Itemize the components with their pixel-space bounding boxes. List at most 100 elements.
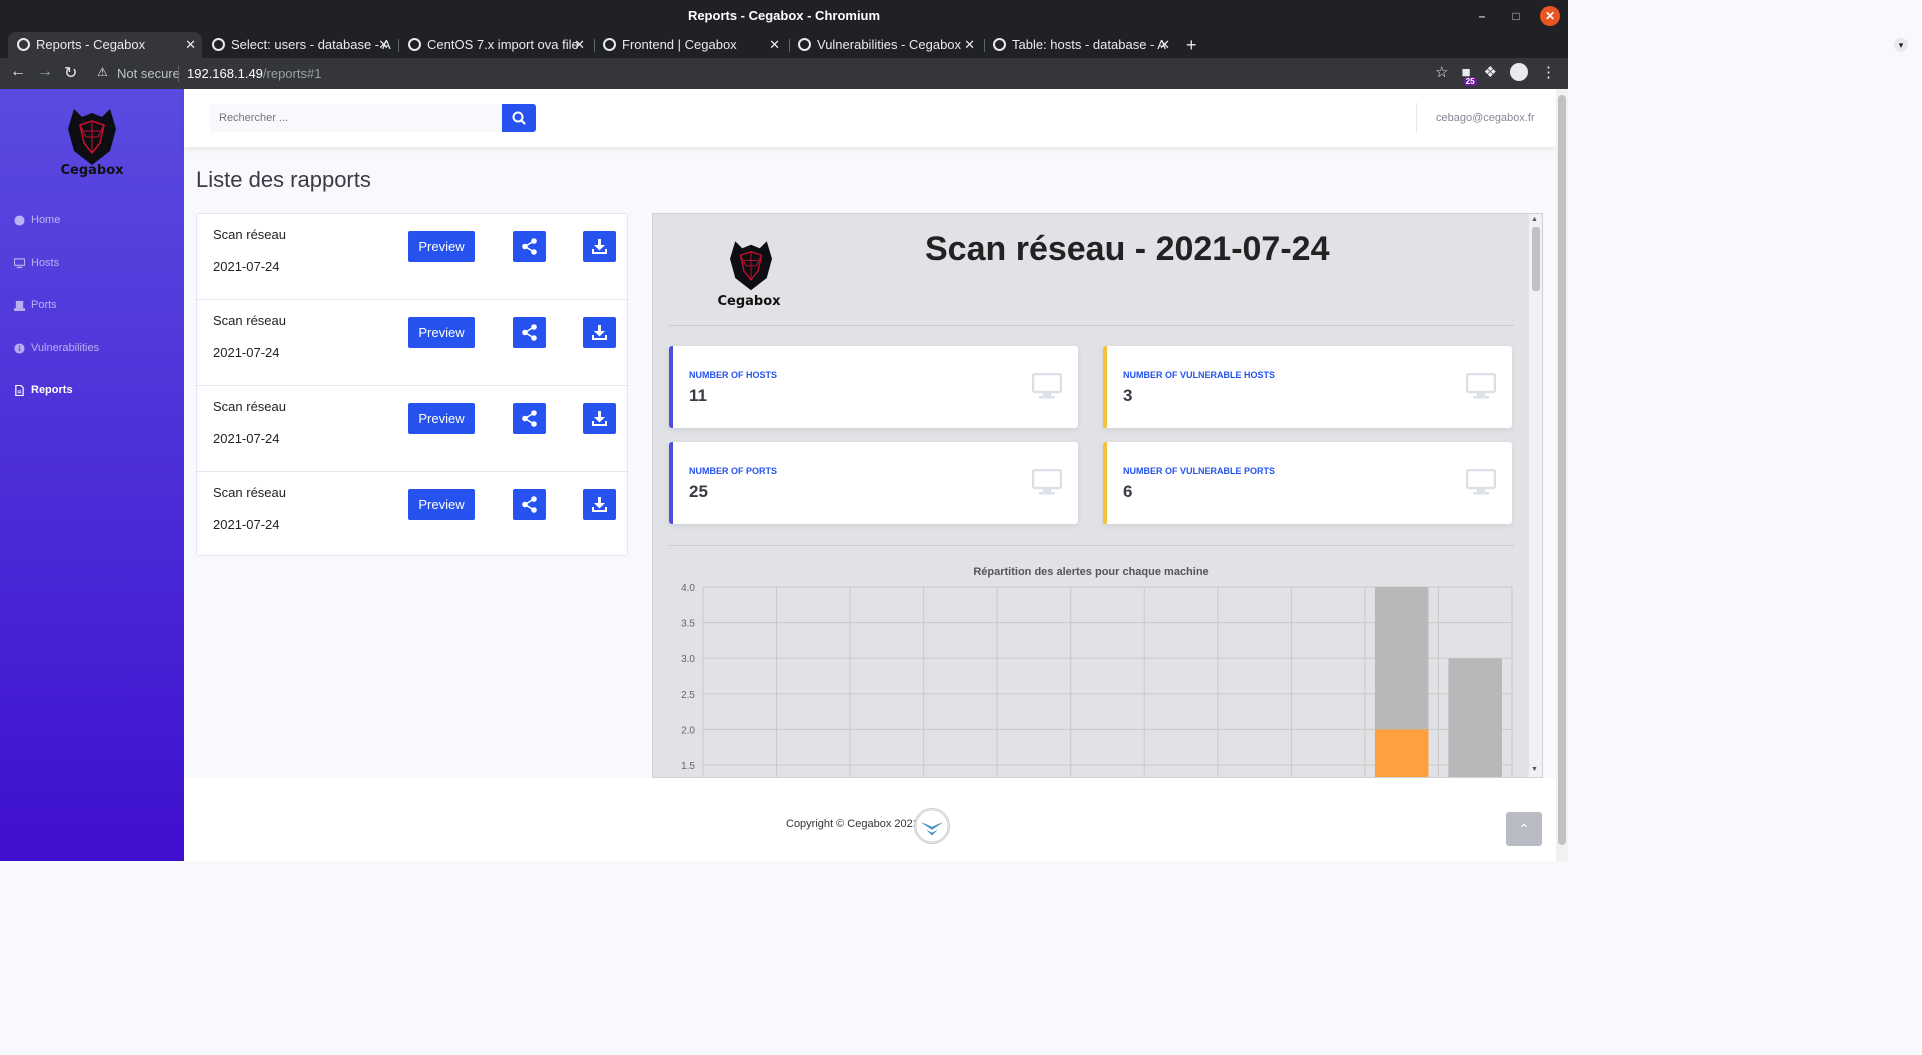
sidebar-item-reports[interactable]: Reports — [14, 380, 73, 400]
share-button[interactable] — [513, 489, 546, 520]
browser-tab[interactable]: Reports - Cegabox ✕ — [8, 32, 202, 58]
scroll-to-top-button[interactable]: ⌃ — [1506, 812, 1542, 846]
report-name: Scan réseau — [213, 313, 286, 328]
report-date: 2021-07-24 — [213, 345, 280, 360]
profile-avatar-icon[interactable] — [1510, 63, 1528, 81]
preview-button[interactable]: Preview — [408, 317, 475, 348]
address-bar: ← → ↻ ⚠ Not secure 192.168.1.49/reports#… — [0, 58, 1568, 89]
dashboard-icon — [14, 214, 25, 226]
minimize-icon[interactable]: – — [1472, 6, 1492, 26]
browser-tab[interactable]: Frontend | Cegabox ✕ — [594, 32, 786, 58]
download-icon — [592, 411, 607, 426]
browser-tab[interactable]: Select: users - database - A ✕ — [203, 32, 395, 58]
y-tick-label: 2.0 — [681, 725, 695, 736]
download-icon — [592, 239, 607, 254]
close-tab-icon[interactable]: ✕ — [378, 32, 389, 58]
sidebar-item-label: Hosts — [31, 257, 60, 269]
sidebar-item-label: Reports — [31, 384, 73, 396]
tab-search-icon[interactable]: ▾ — [1894, 38, 1908, 52]
maximize-icon[interactable]: □ — [1506, 6, 1526, 26]
user-email[interactable]: cebago@cegabox.fr — [1436, 112, 1535, 124]
browser-tab[interactable]: Table: hosts - database - A ✕ — [984, 32, 1176, 58]
share-button[interactable] — [513, 317, 546, 348]
preview-button[interactable]: Preview — [408, 403, 475, 434]
warning-icon[interactable]: ⚠ — [97, 65, 108, 79]
report-date: 2021-07-24 — [213, 431, 280, 446]
report-date: 2021-07-24 — [213, 259, 280, 274]
sidebar-item-home[interactable]: Home — [14, 210, 60, 230]
url-host: 192.168.1.49 — [187, 66, 263, 81]
download-button[interactable] — [583, 403, 616, 434]
report-preview[interactable]: Cegabox Scan réseau - 2021-07-24 NUMBER … — [652, 213, 1543, 778]
alerts-bar-chart: 4.0 3.5 3.0 2.5 2.0 1.5 — [681, 583, 1513, 777]
report-date: 2021-07-24 — [213, 517, 280, 532]
close-tab-icon[interactable]: ✕ — [574, 32, 585, 58]
preview-scrollbar[interactable]: ▲ ▼ — [1529, 214, 1542, 777]
not-secure-label[interactable]: Not secure — [117, 66, 180, 81]
wolf-logo-icon[interactable] — [60, 103, 124, 167]
back-icon[interactable]: ← — [10, 63, 26, 81]
preview-button[interactable]: Preview — [408, 489, 475, 520]
chart-bar — [1374, 587, 1429, 730]
globe-icon — [603, 38, 616, 51]
search-input[interactable] — [210, 104, 502, 132]
share-button[interactable] — [513, 231, 546, 262]
browser-menu-icon[interactable]: ⋮ — [1541, 63, 1556, 81]
sidebar-item-vulnerabilities[interactable]: Vulnerabilities — [14, 338, 99, 358]
chevron-up-icon: ⌃ — [1518, 821, 1530, 837]
share-button[interactable] — [513, 403, 546, 434]
extension-icon[interactable]: ■ 25 — [1461, 64, 1477, 86]
report-name: Scan réseau — [213, 485, 286, 500]
tab-label: Reports - Cegabox — [36, 37, 146, 52]
report-list: Scan réseau 2021-07-24 Preview Scan rése… — [196, 213, 628, 556]
report-name: Scan réseau — [213, 399, 286, 414]
search-button[interactable] — [502, 104, 536, 132]
browser-tab[interactable]: Vulnerabilities - Cegabox ✕ — [789, 32, 981, 58]
tab-label: Select: users - database - A — [231, 37, 391, 52]
share-icon — [522, 324, 537, 341]
info-circle-icon — [14, 342, 25, 354]
close-tab-icon[interactable]: ✕ — [185, 32, 196, 58]
download-button[interactable] — [583, 231, 616, 262]
sidebar-item-hosts[interactable]: Hosts — [14, 253, 59, 273]
close-tab-icon[interactable]: ✕ — [964, 32, 975, 58]
window-title: Reports - Cegabox - Chromium — [687, 8, 881, 23]
page-scrollbar[interactable] — [1556, 89, 1568, 861]
file-icon — [15, 384, 24, 396]
y-tick-label: 3.5 — [681, 619, 695, 630]
tab-label: CentOS 7.x import ova file — [427, 37, 579, 52]
close-tab-icon[interactable]: ✕ — [769, 32, 780, 58]
y-tick-label: 3.0 — [681, 654, 695, 665]
extension-badge: 25 — [1463, 76, 1477, 86]
plug-icon — [14, 300, 25, 311]
preview-button[interactable]: Preview — [408, 231, 475, 262]
sidebar: Cegabox Home Hosts Ports Vulnerabilities… — [0, 89, 184, 861]
chart-bar — [1448, 658, 1502, 777]
url-field[interactable]: 192.168.1.49/reports#1 — [187, 66, 321, 81]
close-window-icon[interactable]: ✕ — [1540, 6, 1560, 26]
close-tab-icon[interactable]: ✕ — [1159, 32, 1170, 58]
download-button[interactable] — [583, 489, 616, 520]
chart-bar — [1374, 729, 1429, 777]
globe-icon — [798, 38, 811, 51]
y-tick-label: 1.5 — [681, 761, 695, 772]
database-icon — [212, 38, 225, 51]
tab-label: Frontend | Cegabox — [622, 37, 737, 52]
new-tab-icon[interactable]: + — [1186, 32, 1197, 58]
y-tick-label: 4.0 — [681, 583, 695, 594]
report-row: Scan réseau 2021-07-24 Preview — [197, 300, 627, 386]
forward-icon[interactable]: → — [37, 63, 53, 81]
page-title: Liste des rapports — [196, 167, 371, 192]
tab-label: Vulnerabilities - Cegabox — [817, 37, 962, 52]
puzzle-icon[interactable]: ❖ — [1484, 63, 1497, 81]
report-row: Scan réseau 2021-07-24 Preview — [197, 214, 627, 300]
sidebar-item-ports[interactable]: Ports — [14, 295, 57, 315]
globe-icon — [408, 38, 421, 51]
reload-icon[interactable]: ↻ — [64, 63, 77, 83]
share-icon — [522, 496, 537, 513]
browser-tab[interactable]: CentOS 7.x import ova file ✕ — [399, 32, 591, 58]
bookmark-star-icon[interactable]: ☆ — [1435, 63, 1448, 81]
download-button[interactable] — [583, 317, 616, 348]
download-icon — [592, 497, 607, 512]
sidebar-item-label: Ports — [31, 299, 57, 311]
